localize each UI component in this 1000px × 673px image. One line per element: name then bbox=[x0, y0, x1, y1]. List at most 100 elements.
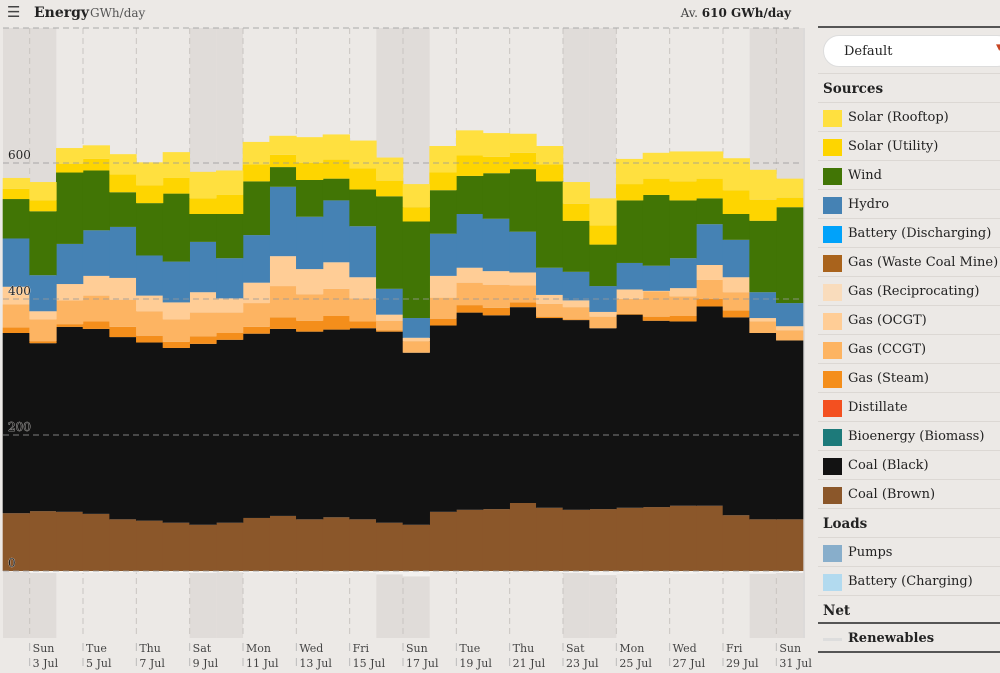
bar-segment-wind bbox=[109, 192, 137, 227]
bar-segment-solar-utility bbox=[429, 172, 457, 191]
bar-segment-gas-ccgt bbox=[376, 320, 404, 331]
legend-item-battery-charging[interactable]: Battery (Charging) bbox=[818, 566, 1000, 595]
bar-segment-gas-ocgt bbox=[642, 290, 670, 292]
bar-segment-coal-brown bbox=[269, 515, 297, 571]
x-tick-date: 25 Jul bbox=[619, 657, 652, 670]
x-tick-day: Wed bbox=[673, 642, 697, 655]
legend-swatch bbox=[823, 139, 842, 156]
renewables-line-swatch bbox=[823, 638, 842, 641]
bar-segment-solar-rooftop bbox=[56, 148, 84, 164]
legend-swatch bbox=[823, 110, 842, 127]
bar-segment-solar-rooftop bbox=[322, 134, 350, 160]
energy-chart[interactable]: Sun 3 Jul Tue 5 Jul Thu 7 Jul Sat 9 Jul Mon 11 Ju… bbox=[0, 0, 815, 673]
bar-segment-wind bbox=[509, 169, 537, 232]
bar-segment-coal-black bbox=[669, 321, 697, 506]
bar-segment-coal-black bbox=[29, 343, 57, 512]
bar-segment-solar-utility bbox=[536, 164, 564, 182]
bar-segment-solar-utility bbox=[456, 155, 484, 176]
x-tick-day: Sat bbox=[193, 642, 212, 655]
bar-segment-gas-ccgt bbox=[2, 304, 30, 328]
bar-segment-solar-rooftop bbox=[349, 140, 377, 169]
legend-item-hydro[interactable]: Hydro bbox=[818, 189, 1000, 218]
bar-segment-solar-utility bbox=[269, 154, 297, 168]
bar-segment-solar-utility bbox=[722, 190, 750, 214]
bar-segment-wind bbox=[429, 190, 457, 234]
bar-segment-solar-utility bbox=[562, 203, 590, 221]
legend-item-coal-black[interactable]: Coal (Black) bbox=[818, 450, 1000, 479]
legend-item-label: Battery (Charging) bbox=[848, 574, 973, 589]
legend-item-label: Coal (Brown) bbox=[848, 487, 936, 502]
bar-segment-gas-ocgt bbox=[349, 277, 377, 299]
bar-segment-gas-steam bbox=[322, 316, 350, 330]
x-tick-date: 9 Jul bbox=[193, 657, 219, 670]
bar-segment-gas-ocgt bbox=[562, 300, 590, 308]
legend-item-solar-rooftop[interactable]: Solar (Rooftop) bbox=[818, 102, 1000, 131]
legend-group-net-label: Net bbox=[823, 603, 851, 619]
bar-segment-hydro bbox=[2, 238, 30, 287]
bar-segment-gas-ccgt bbox=[722, 292, 750, 311]
bar-segment-coal-brown bbox=[669, 505, 697, 571]
legend-item-gas-steam[interactable]: Gas (Steam) bbox=[818, 363, 1000, 392]
bar-segment-solar-utility bbox=[776, 197, 804, 208]
bar-segment-coal-black bbox=[402, 352, 430, 525]
legend-item-gas-ccgt[interactable]: Gas (CCGT) bbox=[818, 334, 1000, 363]
x-tick-date: 31 Jul bbox=[779, 657, 812, 670]
legend-item-bioenergy-biomass[interactable]: Bioenergy (Biomass) bbox=[818, 421, 1000, 450]
legend-item-renewables[interactable]: Renewables bbox=[818, 624, 1000, 653]
legend-item-gas-ocgt[interactable]: Gas (OCGT) bbox=[818, 305, 1000, 334]
x-tick-day: Sun bbox=[33, 642, 55, 655]
bar-segment-hydro bbox=[322, 200, 350, 263]
bar-segment-gas-ccgt bbox=[749, 321, 777, 333]
bar-segment-solar-utility bbox=[29, 200, 57, 212]
bar-segment-coal-brown bbox=[82, 513, 110, 571]
bar-segment-coal-brown bbox=[642, 507, 670, 571]
legend-item-distillate[interactable]: Distillate bbox=[818, 392, 1000, 421]
bar-segment-coal-black bbox=[589, 328, 617, 510]
bar-segment-gas-ccgt bbox=[296, 294, 324, 321]
x-tick-day: Sat bbox=[566, 642, 585, 655]
legend-swatch bbox=[823, 371, 842, 388]
bar-segment-coal-black bbox=[616, 314, 644, 508]
bar-segment-coal-brown bbox=[109, 519, 137, 571]
legend-item-gas-waste-coal-mine[interactable]: Gas (Waste Coal Mine) bbox=[818, 247, 1000, 276]
legend-swatch bbox=[823, 458, 842, 475]
bar-segment-solar-utility bbox=[162, 177, 190, 194]
load-segment-pumps bbox=[616, 571, 644, 574]
bar-segment-solar-utility bbox=[109, 174, 137, 193]
bar-segment-gas-ccgt bbox=[482, 284, 510, 308]
bar-segment-hydro bbox=[749, 292, 777, 319]
bar-segment-hydro bbox=[242, 235, 270, 283]
bar-segment-solar-rooftop bbox=[509, 133, 537, 153]
panel-divider bbox=[818, 26, 1000, 28]
chevron-down-icon: ▾ bbox=[996, 40, 1000, 55]
bar-segment-hydro bbox=[402, 318, 430, 338]
x-tick-day: Mon bbox=[619, 642, 644, 655]
load-segment-pumps bbox=[589, 571, 617, 576]
bar-segment-wind bbox=[162, 193, 190, 262]
legend-item-gas-reciprocating[interactable]: Gas (Reciprocating) bbox=[818, 276, 1000, 305]
bar-segment-solar-rooftop bbox=[696, 151, 724, 179]
bar-segment-coal-brown bbox=[616, 507, 644, 571]
view-dropdown[interactable]: Default ▾ bbox=[823, 35, 1000, 67]
bar-segment-hydro bbox=[456, 214, 484, 268]
bar-segment-solar-utility bbox=[216, 194, 244, 214]
bar-segment-gas-steam bbox=[429, 318, 457, 326]
legend-item-solar-utility[interactable]: Solar (Utility) bbox=[818, 131, 1000, 160]
legend-item-battery-discharging[interactable]: Battery (Discharging) bbox=[818, 218, 1000, 247]
load-segment-pumps bbox=[776, 571, 804, 574]
bar-segment-gas-ocgt bbox=[776, 326, 804, 331]
legend-swatch bbox=[823, 400, 842, 417]
bar-segment-gas-ccgt bbox=[189, 312, 217, 337]
legend-item-label: Wind bbox=[848, 168, 882, 183]
bar-segment-gas-steam bbox=[109, 326, 137, 338]
bar-segment-gas-ocgt bbox=[482, 271, 510, 285]
bar-segment-gas-ccgt bbox=[642, 291, 670, 317]
bar-segment-hydro bbox=[29, 275, 57, 312]
bar-segment-solar-utility bbox=[322, 159, 350, 179]
bar-segment-gas-steam bbox=[642, 316, 670, 321]
bar-segment-gas-ccgt bbox=[136, 311, 164, 336]
bar-segment-coal-black bbox=[722, 317, 750, 516]
legend-item-coal-brown[interactable]: Coal (Brown) bbox=[818, 479, 1000, 508]
legend-item-pumps[interactable]: Pumps bbox=[818, 537, 1000, 566]
legend-item-wind[interactable]: Wind bbox=[818, 160, 1000, 189]
